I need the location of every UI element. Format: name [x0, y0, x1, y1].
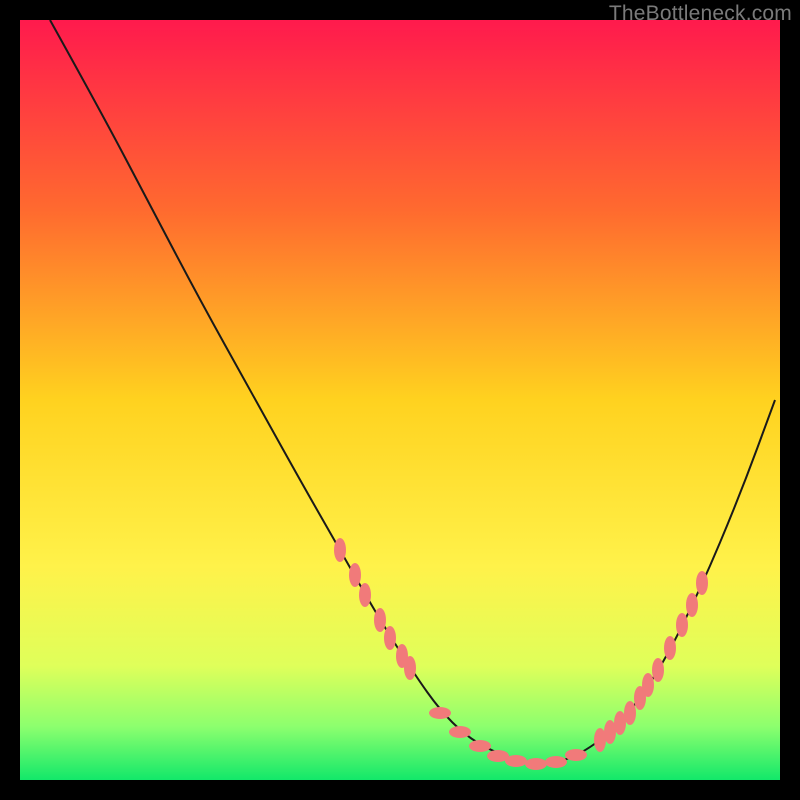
marker-dot	[469, 740, 491, 752]
marker-dot	[374, 608, 386, 632]
marker-dot	[359, 583, 371, 607]
marker-dot	[652, 658, 664, 682]
marker-dot	[565, 749, 587, 761]
marker-dot	[429, 707, 451, 719]
watermark-text: TheBottleneck.com	[609, 2, 792, 26]
marker-dot	[664, 636, 676, 660]
marker-dot	[449, 726, 471, 738]
marker-dot	[686, 593, 698, 617]
marker-dot	[384, 626, 396, 650]
marker-dot	[525, 758, 547, 770]
marker-dot	[624, 701, 636, 725]
marker-dot	[676, 613, 688, 637]
marker-dot	[404, 656, 416, 680]
marker-dot	[696, 571, 708, 595]
marker-dot	[349, 563, 361, 587]
marker-dot	[505, 755, 527, 767]
marker-dot	[642, 673, 654, 697]
marker-dot	[545, 756, 567, 768]
marker-dot	[334, 538, 346, 562]
chart-svg	[20, 20, 780, 780]
